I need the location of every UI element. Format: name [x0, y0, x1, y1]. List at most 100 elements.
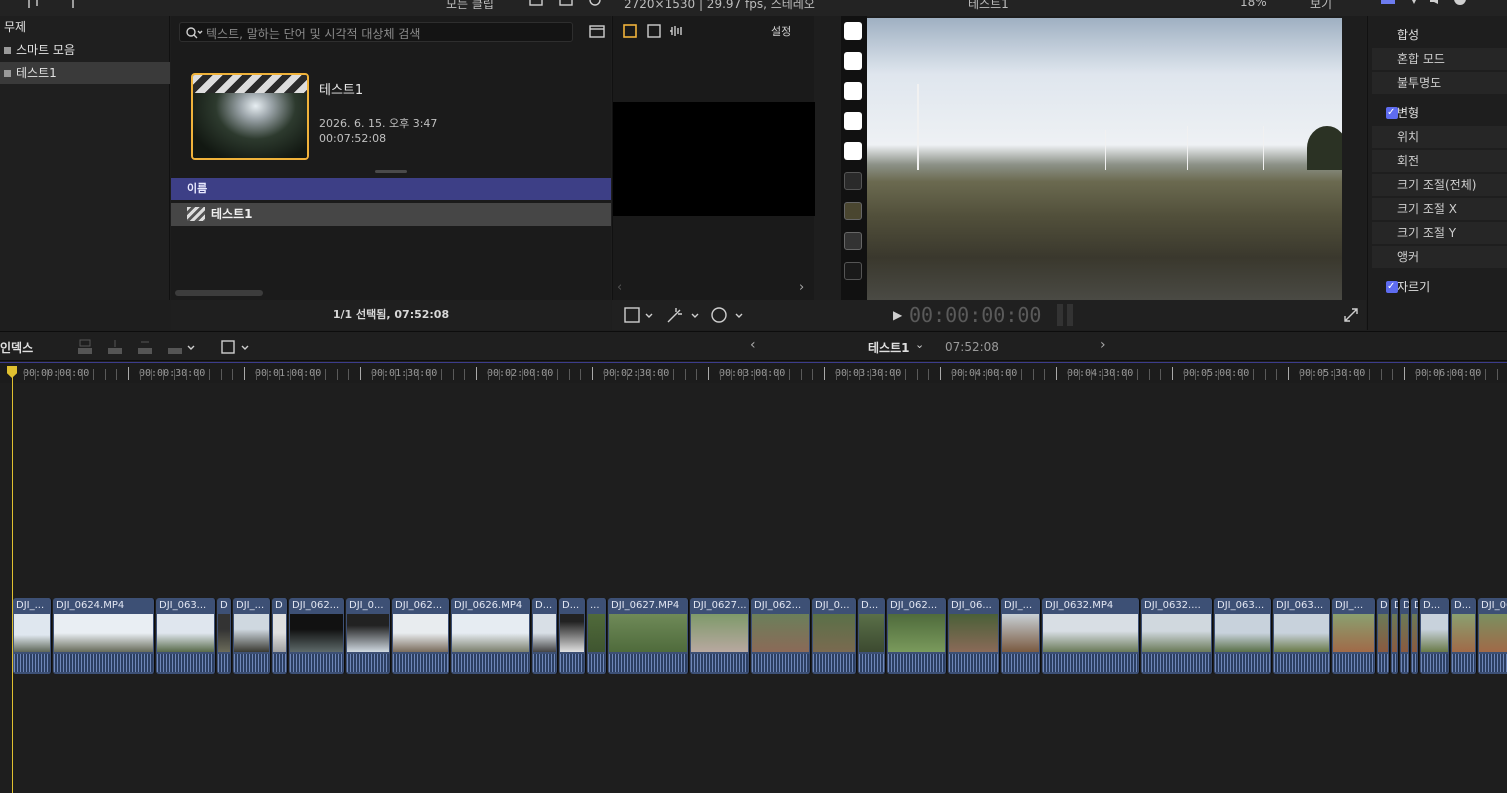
scale-y-row[interactable]: 크기 조절 Y	[1372, 222, 1507, 244]
timeline-clip[interactable]: DJI_063...	[1273, 598, 1331, 674]
rotation-row[interactable]: 회전	[1372, 150, 1507, 172]
section-transform[interactable]: 변형	[1372, 102, 1507, 124]
angle-cell[interactable]	[844, 232, 862, 250]
timeline-clip[interactable]: D...	[1420, 598, 1450, 674]
clip-edit-tool-icon[interactable]	[218, 338, 252, 356]
timeline-clip[interactable]: DJI_0...	[812, 598, 857, 674]
angle-cell[interactable]	[844, 262, 862, 280]
timeline-clip[interactable]: D	[1411, 598, 1419, 674]
filmstrip-view-icon[interactable]	[589, 25, 605, 39]
section-crop[interactable]: 자르기	[1372, 276, 1507, 298]
next-arrow[interactable]: ›	[1100, 337, 1106, 353]
timeline-body[interactable]	[0, 383, 1507, 793]
timeline-clip[interactable]: DJI_0627.MP4	[608, 598, 689, 674]
zoom-dropdown[interactable]: 18%	[1240, 0, 1267, 9]
library-untitled[interactable]: 무제	[0, 16, 170, 38]
angle-cell[interactable]	[844, 22, 862, 40]
timeline-clip[interactable]: D...	[532, 598, 558, 674]
viewer-image[interactable]	[867, 18, 1342, 300]
timeline-clip[interactable]: ...	[587, 598, 607, 674]
timeline-clip[interactable]: DJI_062...	[887, 598, 947, 674]
fullscreen-icon[interactable]	[1343, 307, 1359, 323]
timeline-clip[interactable]: DJI_...	[1332, 598, 1376, 674]
timeline-clip[interactable]: D...	[559, 598, 586, 674]
timeline-clip[interactable]: DJI_...	[1001, 598, 1041, 674]
overwrite-edit-icon[interactable]	[166, 338, 196, 356]
prev-arrow[interactable]: ‹	[750, 337, 756, 353]
timecode-display[interactable]: 00:00:00:00	[909, 303, 1041, 327]
transform-tool-icon[interactable]	[624, 306, 656, 324]
crop-checkbox[interactable]	[1386, 276, 1398, 298]
timeline-project-name[interactable]: 테스트1	[868, 339, 909, 356]
video-filter-icon[interactable]	[623, 24, 637, 38]
list-row-project[interactable]: 테스트1	[171, 203, 611, 226]
transform-checkbox[interactable]	[1386, 102, 1398, 124]
timeline-clip[interactable]: DJI_...	[13, 598, 52, 674]
search-icon[interactable]	[588, 0, 604, 10]
video-inspector-icon[interactable]	[1380, 0, 1396, 10]
playhead[interactable]	[12, 366, 13, 793]
titles-icon[interactable]	[66, 0, 82, 10]
horizontal-scrollbar[interactable]	[175, 290, 263, 296]
clip-appearance-icon[interactable]	[528, 0, 544, 10]
insert-edit-icon[interactable]	[106, 338, 124, 356]
scroll-left-arrow[interactable]: ‹	[617, 280, 622, 295]
list-header-name[interactable]: 이름	[171, 178, 611, 200]
timeline-clip[interactable]: D...	[1451, 598, 1477, 674]
connect-edit-icon[interactable]	[76, 338, 94, 356]
angle-cell[interactable]	[844, 202, 862, 220]
scroll-right-arrow[interactable]: ›	[799, 280, 804, 295]
enhance-tool-icon[interactable]	[666, 306, 702, 324]
play-icon[interactable]: ▶	[893, 308, 902, 322]
index-button[interactable]: 인덱스	[0, 339, 33, 356]
timeline-clip[interactable]: DJI_0...	[346, 598, 391, 674]
event-test1[interactable]: 테스트1	[0, 62, 170, 84]
timeline-clip[interactable]: DJI_062...	[392, 598, 450, 674]
smart-collections[interactable]: 스마트 모음	[0, 39, 170, 61]
timeline-clip[interactable]: D	[1400, 598, 1410, 674]
timeline-clip[interactable]: D	[1391, 598, 1399, 674]
search-field[interactable]: 텍스트, 말하는 단어 및 시각적 대상체 검색	[179, 22, 573, 42]
info-inspector-icon[interactable]	[1452, 0, 1468, 10]
timeline-clip[interactable]: DJI_06...	[948, 598, 1000, 674]
music-icon[interactable]	[24, 0, 40, 10]
resize-handle[interactable]	[375, 170, 407, 173]
timeline-clip[interactable]: DJI_0632....	[1141, 598, 1213, 674]
color-inspector-icon[interactable]	[1406, 0, 1422, 10]
position-row[interactable]: 위치	[1372, 126, 1507, 148]
timeline-clip[interactable]: D	[1377, 598, 1390, 674]
timeline-clip[interactable]: DJI_0632.MP4	[1042, 598, 1140, 674]
filmstrip-icon[interactable]	[647, 24, 661, 38]
timeline-clip[interactable]: DJI_0626.MP4	[451, 598, 531, 674]
scale-x-row[interactable]: 크기 조절 X	[1372, 198, 1507, 220]
chevron-down-icon[interactable]: ⌄	[915, 338, 924, 351]
section-composite[interactable]: 합성	[1372, 24, 1507, 46]
timeline-clip[interactable]: DJI_...	[233, 598, 271, 674]
anchor-row[interactable]: 앵커	[1372, 246, 1507, 268]
timeline-clip[interactable]: DJI_062...	[289, 598, 345, 674]
append-edit-icon[interactable]	[136, 338, 154, 356]
timeline-ruler[interactable]: 00:00:00:00 00:00:30:00 00:01:00:00 00:01:3…	[0, 362, 1507, 383]
timeline-clip[interactable]: D	[272, 598, 288, 674]
opacity-row[interactable]: 불투명도	[1372, 72, 1507, 94]
view-menu[interactable]: 보기	[1310, 0, 1332, 12]
angle-cell[interactable]	[844, 142, 862, 160]
timeline-clip[interactable]: DJI_06	[1478, 598, 1507, 674]
timeline-clip[interactable]: DJI_063...	[1214, 598, 1272, 674]
angle-cell[interactable]	[844, 172, 862, 190]
scale-all-row[interactable]: 크기 조절(전체)	[1372, 174, 1507, 196]
clips-filter-dropdown[interactable]: 모든 클립	[446, 0, 494, 12]
timeline-clip[interactable]: DJI_0627...	[690, 598, 750, 674]
timeline-clip[interactable]: D...	[858, 598, 886, 674]
waveform-icon[interactable]	[669, 24, 685, 38]
settings-dropdown[interactable]: 설정	[771, 23, 791, 39]
timeline-clip[interactable]: DJI_063...	[156, 598, 216, 674]
timeline-clip[interactable]: D	[217, 598, 232, 674]
angle-cell[interactable]	[844, 82, 862, 100]
angle-cell[interactable]	[844, 112, 862, 130]
project-thumbnail[interactable]	[191, 73, 309, 160]
timeline-clip[interactable]: DJI_062...	[751, 598, 811, 674]
speed-tool-icon[interactable]	[710, 306, 746, 324]
browser-settings-icon[interactable]	[558, 0, 574, 10]
angle-cell[interactable]	[844, 52, 862, 70]
